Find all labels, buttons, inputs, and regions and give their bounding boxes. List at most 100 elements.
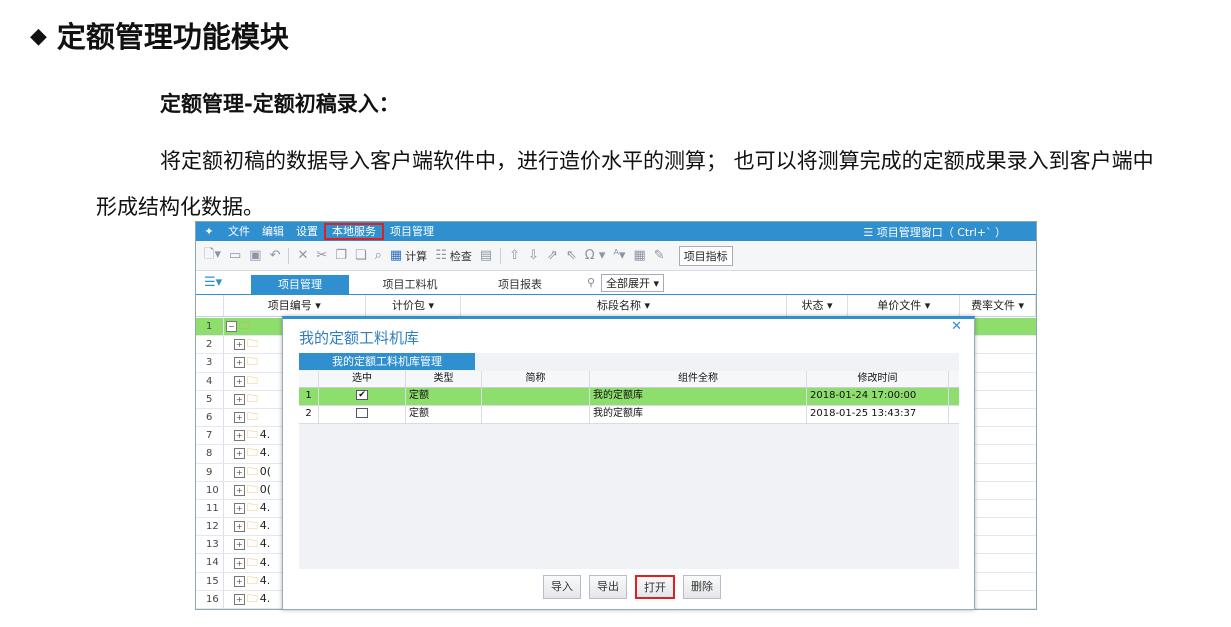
report-icon[interactable]: ▤ <box>480 248 492 263</box>
expand-icon[interactable]: + <box>234 412 245 424</box>
expand-all-select[interactable]: 全部展开 ▾ <box>601 273 665 292</box>
tab-project-management[interactable]: 项目管理 <box>251 275 349 294</box>
rownum-header <box>196 295 224 316</box>
expand-icon[interactable]: + <box>234 466 245 478</box>
check-label: 检查 <box>449 249 472 263</box>
paste-icon[interactable]: ❏ <box>355 248 367 263</box>
tree-node[interactable]: + 🗀 <box>224 408 258 427</box>
open-button[interactable]: 打开 <box>635 575 675 599</box>
col-label: 标段名称 <box>596 299 641 312</box>
outdent-icon[interactable]: ⇖ <box>566 248 577 263</box>
expand-icon[interactable]: + <box>234 448 245 460</box>
expand-icon[interactable]: + <box>234 502 245 514</box>
folder-icon: 🗀 <box>246 410 258 424</box>
list-menu-icon[interactable]: ☰▾ <box>196 275 251 290</box>
window-title[interactable]: ☰ 项目管理窗口（ Ctrl+` ） <box>863 224 1006 240</box>
tree-node[interactable]: + 🗀 4. <box>224 499 270 518</box>
search-icon[interactable]: ⌕ <box>375 248 382 263</box>
row-checkbox[interactable]: ✔ <box>319 388 406 405</box>
checkbox-unchecked-icon[interactable] <box>356 408 368 418</box>
tree-node[interactable]: + 🗀 <box>224 390 258 409</box>
filter-icon[interactable]: ⚲ <box>587 276 595 289</box>
col-price-file[interactable]: 单价文件 ▾ <box>848 295 961 316</box>
tree-node[interactable]: + 🗀 4. <box>224 426 270 445</box>
row-number: 6 <box>196 408 224 427</box>
expand-icon[interactable]: + <box>234 375 245 387</box>
col-rate-file[interactable]: 费率文件 ▾ <box>960 295 1036 316</box>
tree-node[interactable]: + 🗀 4. <box>224 444 270 463</box>
tab-project-materials[interactable]: 项目工料机 <box>361 275 459 294</box>
move-up-icon[interactable]: ⇧ <box>509 248 520 263</box>
col-label: 计价包 <box>391 299 425 312</box>
col-status[interactable]: 状态 ▾ <box>787 295 849 316</box>
library-row[interactable]: 1 ✔ 定额 我的定额库 2018-01-24 17:00:00 <box>299 388 959 406</box>
folder-icon: 🗀 <box>246 482 258 496</box>
grid-column-header: 项目编号 ▾ 计价包 ▾ 标段名称 ▾ 状态 ▾ 单价文件 ▾ 费率文件 ▾ <box>196 295 1036 317</box>
project-code: 4. <box>259 428 271 442</box>
folder-icon: 🗀 <box>246 573 258 587</box>
expand-icon[interactable]: + <box>234 557 245 569</box>
menu-settings[interactable]: 设置 <box>290 223 324 240</box>
col-pricing-package[interactable]: 计价包 ▾ <box>366 295 462 316</box>
move-down-icon[interactable]: ⇩ <box>528 248 539 263</box>
menu-project-management[interactable]: 项目管理 <box>384 223 440 240</box>
expand-icon[interactable]: + <box>234 357 245 369</box>
collapse-icon[interactable]: − <box>226 321 237 333</box>
indent-icon[interactable]: ⇗ <box>547 248 558 263</box>
folder-icon: 🗀 <box>246 337 258 351</box>
tree-node[interactable]: + 🗀 <box>224 372 258 391</box>
project-index-select[interactable]: 项目指标 <box>678 245 733 266</box>
folder-icon: 🗀 <box>246 428 258 442</box>
open-folder-icon[interactable]: ▭ <box>229 248 241 263</box>
calculator-icon[interactable]: ▦ <box>633 248 645 263</box>
tree-node[interactable]: + 🗀 4. <box>224 572 270 591</box>
tree-node[interactable]: + 🗀 <box>224 335 258 354</box>
menu-edit[interactable]: 编辑 <box>256 223 290 240</box>
undo-icon[interactable]: ↶ <box>270 248 281 263</box>
new-file-icon[interactable]: 🗋▾ <box>204 245 221 267</box>
row-checkbox[interactable] <box>319 406 406 423</box>
expand-icon[interactable]: + <box>234 339 245 351</box>
expand-icon[interactable]: + <box>234 393 245 405</box>
checkbox-checked-icon[interactable]: ✔ <box>356 390 368 400</box>
tree-node[interactable]: + 🗀 0( <box>224 463 271 482</box>
export-button[interactable]: 导出 <box>589 575 627 599</box>
tab-project-reports[interactable]: 项目报表 <box>471 275 569 294</box>
expand-icon[interactable]: + <box>234 484 245 496</box>
tree-node[interactable]: + 🗀 <box>224 353 258 372</box>
import-button[interactable]: 导入 <box>543 575 581 599</box>
tab-library-management[interactable]: 我的定额工料机库管理 <box>299 353 475 370</box>
calc-button[interactable]: ▦ 计算 <box>390 248 427 264</box>
menu-local-service[interactable]: 本地服务 <box>324 223 384 240</box>
tree-node[interactable]: − 🗀 <box>224 317 250 336</box>
project-code: 4. <box>259 500 271 514</box>
copy-icon[interactable]: ❐ <box>335 248 347 263</box>
expand-icon[interactable]: + <box>234 430 245 442</box>
library-row[interactable]: 2 定额 我的定额库 2018-01-25 13:43:37 <box>299 406 959 424</box>
font-style-icon[interactable]: ᴬ▾ <box>613 248 625 263</box>
cut-icon[interactable]: ✕ <box>297 248 308 263</box>
check-button[interactable]: ☷ 检查 <box>435 248 472 264</box>
edit-icon[interactable]: ✎ <box>654 248 665 263</box>
close-icon[interactable]: ✕ <box>951 319 962 334</box>
col-full-name: 组件全称 <box>590 371 807 387</box>
tree-node[interactable]: + 🗀 4. <box>224 517 270 536</box>
expand-icon[interactable]: + <box>234 539 245 551</box>
expand-all-label: 全部展开 <box>606 276 651 290</box>
symbol-button[interactable]: Ω ▾ <box>585 248 606 263</box>
menu-file[interactable]: 文件 <box>222 223 256 240</box>
tree-node[interactable]: + 🗀 4. <box>224 535 270 554</box>
save-icon[interactable]: ▣ <box>249 248 261 263</box>
project-code: 4. <box>259 573 271 587</box>
expand-icon[interactable]: + <box>234 575 245 587</box>
delete-button[interactable]: 删除 <box>683 575 721 599</box>
row-number: 16 <box>196 590 224 608</box>
tree-node[interactable]: + 🗀 0( <box>224 481 271 500</box>
tree-node[interactable]: + 🗀 4. <box>224 590 270 609</box>
expand-icon[interactable]: + <box>234 521 245 533</box>
tree-node[interactable]: + 🗀 4. <box>224 554 270 573</box>
scissors-icon[interactable]: ✂ <box>316 248 327 263</box>
col-section-name[interactable]: 标段名称 ▾ <box>461 295 787 316</box>
col-project-code[interactable]: 项目编号 ▾ <box>224 295 366 316</box>
expand-icon[interactable]: + <box>234 593 245 605</box>
